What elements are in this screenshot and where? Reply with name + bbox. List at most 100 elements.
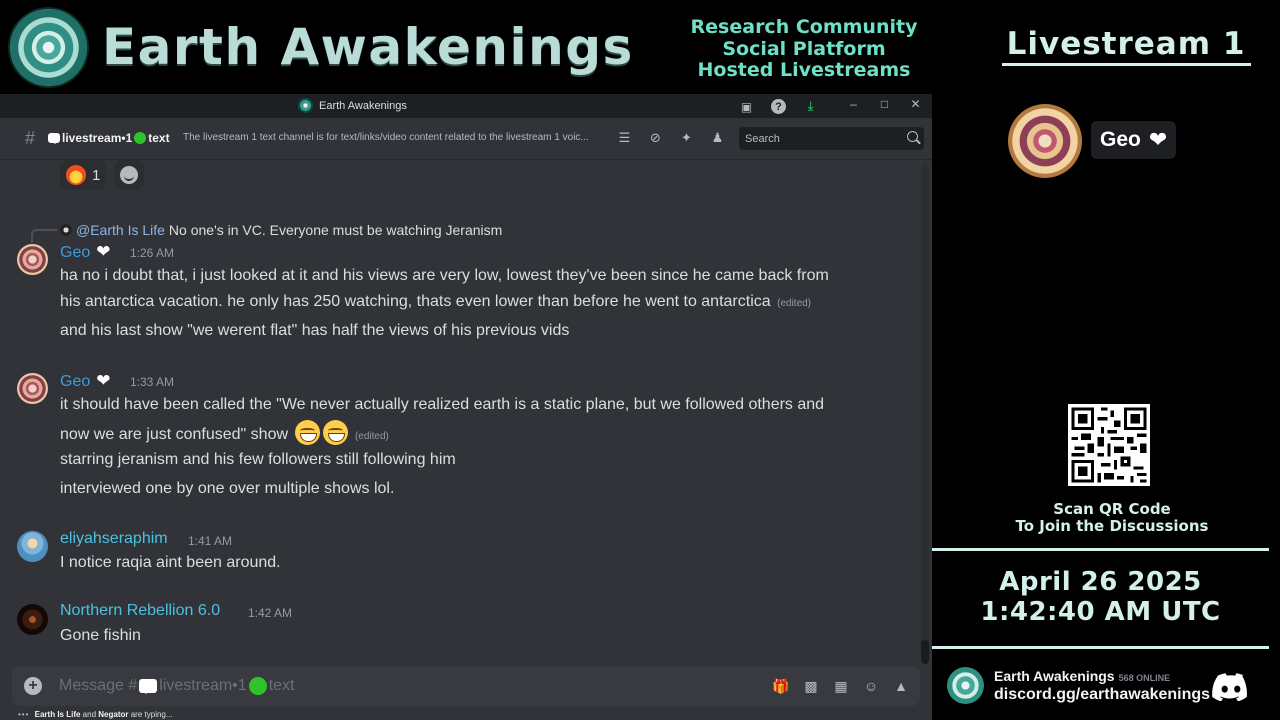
channel-name[interactable]: livestream•1 text bbox=[48, 131, 170, 145]
close-icon[interactable]: ✕ bbox=[907, 97, 924, 111]
server-name-text: Earth Awakenings bbox=[994, 668, 1115, 684]
message-timestamp: 1:42 AM bbox=[248, 606, 293, 620]
scroll-thumb[interactable] bbox=[921, 640, 929, 664]
avatar[interactable] bbox=[17, 604, 48, 635]
message-composer[interactable]: + Message # livestream•1 text 🎁 ▩ ▦ ☺ ▲ bbox=[12, 666, 920, 706]
typing-dots-icon: ••• bbox=[18, 710, 30, 719]
sticker-icon[interactable]: ▦ bbox=[832, 677, 850, 695]
message-author[interactable]: Geo ❤ bbox=[60, 242, 111, 262]
qr-caption-line-2: To Join the Discussions bbox=[1015, 517, 1209, 535]
scrollbar[interactable] bbox=[921, 164, 929, 664]
upload-plus-icon[interactable]: + bbox=[24, 677, 42, 695]
tagline-1: Research Community bbox=[690, 16, 918, 38]
speech-bubble-icon bbox=[48, 133, 60, 144]
search-icon[interactable] bbox=[907, 131, 918, 142]
qr-code bbox=[1068, 404, 1150, 486]
placeholder-suffix: text bbox=[268, 677, 295, 694]
edited-label: (edited) bbox=[354, 431, 389, 442]
channel-topic[interactable]: The livestream 1 text channel is for tex… bbox=[183, 132, 608, 143]
brand-title: Earth Awakenings bbox=[102, 18, 634, 76]
search-box[interactable] bbox=[739, 127, 924, 150]
message-timestamp: 1:41 AM bbox=[188, 534, 233, 548]
reply-avatar bbox=[60, 224, 72, 236]
reply-mention[interactable]: @Earth Is Life bbox=[76, 222, 165, 238]
help-icon[interactable]: ? bbox=[771, 99, 786, 114]
emoji-icon[interactable]: ☺ bbox=[862, 677, 880, 695]
message-input[interactable]: Message # livestream•1 text bbox=[59, 677, 294, 695]
typing-and: and bbox=[82, 710, 97, 719]
white-heart-icon: ❤ bbox=[96, 371, 111, 390]
discord-window: Earth Awakenings ▣ ? ⤓ – □ ✕ # livestrea… bbox=[0, 94, 932, 720]
divider bbox=[932, 548, 1269, 551]
message-timestamp: 1:33 AM bbox=[130, 375, 175, 389]
reply-preview[interactable]: @Earth Is Life No one's in VC. Everyone … bbox=[60, 222, 502, 238]
fire-heart-emoji-icon bbox=[66, 165, 86, 185]
placeholder-prefix: Message # bbox=[59, 677, 138, 694]
mute-icon[interactable]: ⊘ bbox=[647, 130, 664, 147]
apps-icon[interactable]: ▲ bbox=[892, 677, 910, 695]
message-line: now we are just confused" show (edited) bbox=[60, 420, 389, 445]
reaction-fire-heart[interactable]: 1 bbox=[60, 160, 107, 190]
hash-icon: # bbox=[25, 128, 36, 148]
avatar[interactable] bbox=[17, 531, 48, 562]
qr-caption: Scan QR Code To Join the Discussions bbox=[1000, 501, 1224, 535]
livestream-title: Livestream 1 bbox=[1006, 26, 1246, 62]
typing-indicator: ••• Earth Is Life and Negator are typing… bbox=[18, 710, 173, 719]
discord-logo-icon bbox=[1212, 673, 1247, 701]
message-author[interactable]: Northern Rebellion 6.0 bbox=[60, 602, 220, 620]
screen-icon[interactable]: ▣ bbox=[738, 98, 755, 115]
channel-suffix: text bbox=[148, 131, 170, 145]
gift-icon[interactable]: 🎁 bbox=[772, 677, 790, 695]
reply-text: No one's in VC. Everyone must be watchin… bbox=[168, 222, 503, 238]
threads-icon[interactable]: ☰ bbox=[616, 130, 633, 147]
reply-connector bbox=[31, 229, 57, 243]
message-line: I notice raqia aint been around. bbox=[60, 554, 281, 571]
author-name[interactable]: Geo bbox=[60, 244, 90, 261]
download-icon[interactable]: ⤓ bbox=[802, 98, 819, 115]
avatar[interactable] bbox=[17, 244, 48, 275]
channel-name-text: livestream•1 bbox=[62, 131, 133, 145]
gif-icon[interactable]: ▩ bbox=[802, 677, 820, 695]
message-line-text: his antarctica vacation. he only has 250… bbox=[60, 293, 771, 310]
pin-icon[interactable]: ✦ bbox=[678, 130, 695, 147]
members-icon[interactable]: ♟ bbox=[709, 130, 726, 147]
green-circle-icon bbox=[248, 677, 267, 695]
placeholder-channel: livestream•1 bbox=[159, 677, 247, 694]
reaction-bar: 1 bbox=[60, 160, 145, 190]
white-heart-icon: ❤ bbox=[1148, 127, 1168, 152]
qr-caption-line-1: Scan QR Code bbox=[1053, 500, 1171, 518]
server-logo bbox=[947, 667, 984, 704]
top-banner: Earth Awakenings Research Community Soci… bbox=[0, 0, 932, 94]
channel-header: # livestream•1 text The livestream 1 tex… bbox=[0, 118, 932, 160]
reaction-count: 1 bbox=[92, 166, 101, 184]
window-title-text: Earth Awakenings bbox=[319, 99, 407, 112]
speaker-badge: Geo ❤ bbox=[1091, 121, 1177, 159]
composer-icons: 🎁 ▩ ▦ ☺ ▲ bbox=[772, 677, 910, 695]
speaker-name: Geo bbox=[1100, 128, 1141, 151]
minimize-icon[interactable]: – bbox=[845, 97, 862, 111]
white-heart-icon: ❤ bbox=[96, 242, 111, 261]
invite-link[interactable]: discord.gg/earthawakenings bbox=[994, 686, 1210, 704]
message-line: and his last show "we werent flat" has h… bbox=[60, 322, 570, 339]
message-line: interviewed one by one over multiple sho… bbox=[60, 480, 395, 497]
message-author[interactable]: Geo ❤ bbox=[60, 371, 111, 391]
online-count: 568 ONLINE bbox=[1118, 673, 1171, 683]
typing-user-1: Earth Is Life bbox=[34, 710, 81, 719]
message-author[interactable]: eliyahseraphim bbox=[60, 530, 168, 548]
typing-suffix: are typing... bbox=[130, 710, 173, 719]
earth-awakenings-logo bbox=[10, 9, 87, 86]
message-line-text: now we are just confused" show bbox=[60, 426, 289, 443]
typing-user-2: Negator bbox=[98, 710, 129, 719]
message-line: starring jeranism and his few followers … bbox=[60, 451, 456, 468]
maximize-icon[interactable]: □ bbox=[876, 97, 893, 111]
author-name[interactable]: Geo bbox=[60, 373, 90, 390]
tagline-block: Research Community Social Platform Hoste… bbox=[672, 16, 936, 82]
grinning-emoji-icon bbox=[323, 420, 349, 445]
green-circle-icon bbox=[134, 132, 147, 144]
title-underline bbox=[1002, 63, 1251, 66]
server-icon bbox=[298, 98, 313, 113]
search-input[interactable] bbox=[739, 127, 889, 150]
message-line: his antarctica vacation. he only has 250… bbox=[60, 293, 811, 311]
add-reaction-button[interactable] bbox=[114, 160, 145, 190]
avatar[interactable] bbox=[17, 373, 48, 404]
